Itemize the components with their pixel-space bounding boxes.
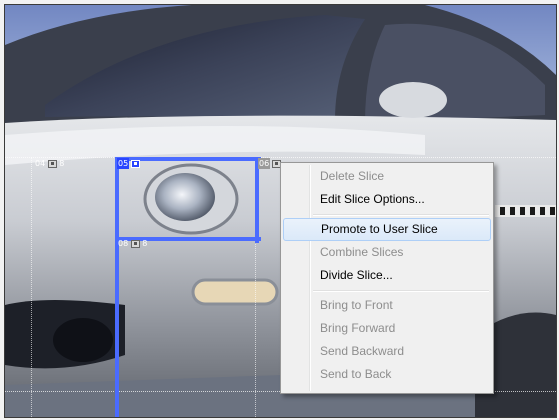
slice-tag-08[interactable]: 08 8 bbox=[115, 238, 149, 249]
menu-item-divide-slice[interactable]: Divide Slice... bbox=[283, 264, 491, 287]
menu-separator bbox=[313, 211, 491, 218]
menu-item-bring-to-front[interactable]: Bring to Front bbox=[283, 294, 491, 317]
slice-number: 04 bbox=[35, 159, 46, 168]
slice-tag-04[interactable]: 04 8 bbox=[32, 158, 66, 169]
menu-item-send-to-back[interactable]: Send to Back bbox=[283, 363, 491, 386]
menu-item-edit-slice-options[interactable]: Edit Slice Options... bbox=[283, 188, 491, 211]
menu-item-bring-forward[interactable]: Bring Forward bbox=[283, 317, 491, 340]
menu-item-delete-slice[interactable]: Delete Slice bbox=[283, 165, 491, 188]
slice-type-icon bbox=[131, 239, 141, 248]
slice-context-menu: Delete Slice Edit Slice Options... Promo… bbox=[280, 162, 494, 394]
menu-item-send-backward[interactable]: Send Backward bbox=[283, 340, 491, 363]
slice-tag-05[interactable]: 05 bbox=[115, 158, 142, 169]
link-icon: 8 bbox=[142, 239, 148, 248]
link-icon: 8 bbox=[59, 159, 65, 168]
slice-number: 06 bbox=[258, 158, 271, 169]
slice-type-icon bbox=[48, 159, 58, 168]
slice-number: 05 bbox=[117, 158, 130, 169]
menu-item-combine-slices[interactable]: Combine Slices bbox=[283, 241, 491, 264]
menu-item-promote-to-user-slice[interactable]: Promote to User Slice bbox=[283, 218, 491, 241]
slice-type-icon bbox=[131, 159, 141, 168]
slice-number: 08 bbox=[118, 239, 129, 248]
menu-separator bbox=[313, 287, 491, 294]
